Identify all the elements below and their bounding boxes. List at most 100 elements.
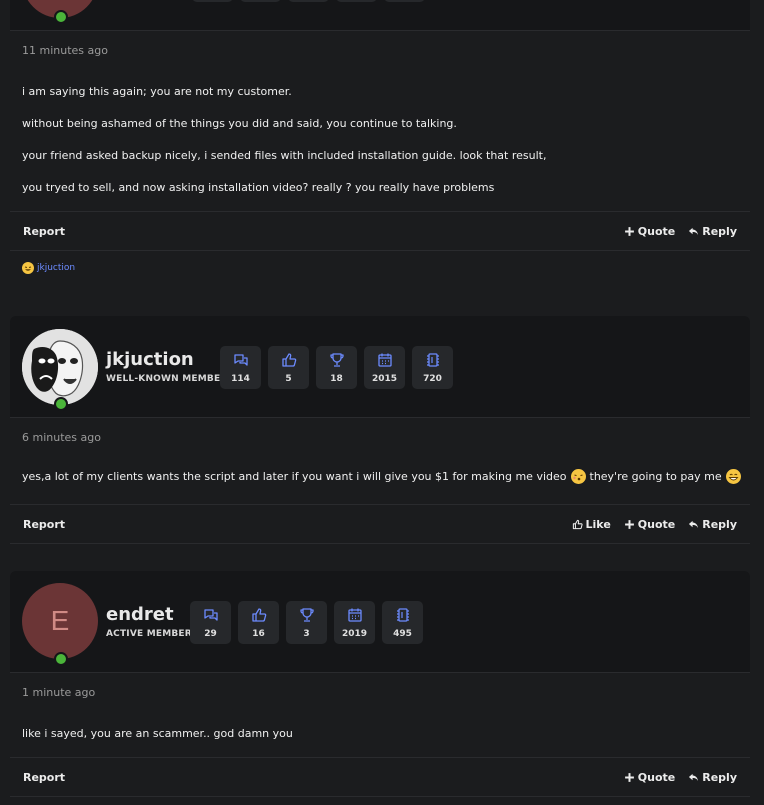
username[interactable]: endret [106,604,174,625]
action-group: Quote Reply [624,225,737,238]
online-indicator [54,652,68,666]
reply-label: Reply [702,224,737,238]
stat-value: 5 [285,373,292,384]
stat-likes[interactable]: 16 [238,601,279,644]
post-text: they're going to pay me [589,469,722,483]
stat-memory[interactable]: 720 [412,346,453,389]
quote-label: Quote [637,770,676,784]
stat-likes[interactable]: 5 [268,346,309,389]
calendar-icon [377,353,392,367]
post-paragraph: your friend asked backup nicely, i sende… [22,149,547,162]
plus-icon [624,226,634,236]
trophy-icon [299,607,314,622]
stat-box-partial [288,0,329,2]
post-actions: Report Quote Reply [10,211,750,251]
stat-value: 2015 [371,373,398,384]
stat-memory[interactable]: 495 [382,601,423,644]
stat-value: 16 [252,628,265,639]
report-button[interactable]: Report [23,518,65,531]
post-time[interactable]: 11 minutes ago [10,44,120,57]
reply-icon [689,520,699,528]
avatar-initial: E [50,605,70,636]
stat-box-partial [336,0,377,2]
reactions-bar[interactable]: jkjuction [22,262,75,274]
post-actions: Report Quote Reply [10,757,750,797]
user-title: ACTIVE MEMBER [106,629,192,639]
username[interactable]: jkjuction [106,349,194,370]
masks-avatar-icon [22,329,98,405]
quote-label: Quote [637,224,676,238]
post-text: yes,a lot of my clients wants the script… [22,469,567,483]
stat-value: 720 [423,373,442,384]
thumbs-up-icon [572,519,583,529]
stat-joined[interactable]: 2015 [364,346,405,389]
plus-icon [624,519,634,529]
reply-label: Reply [702,770,737,784]
post-actions: Report Like Quote Reply [10,504,750,544]
user-title: WELL-KNOWN MEMBER [106,374,228,384]
user-stats: 114 5 18 2015 720 [220,346,453,389]
grinning-emoji-icon [725,469,741,484]
likes-icon [251,607,266,622]
post-paragraph: like i sayed, you are an scammer.. god d… [22,727,293,740]
report-button[interactable]: Report [23,771,65,784]
avatar[interactable] [22,329,98,405]
quote-button[interactable]: Quote [624,518,675,531]
trophy-icon [329,352,344,367]
post-time[interactable]: 6 minutes ago [10,431,113,444]
likes-icon [281,352,296,367]
user-stats: 29 16 3 2019 495 [190,601,423,644]
calendar-icon [347,608,362,622]
online-indicator [54,10,68,24]
quote-button[interactable]: Quote [624,771,675,784]
like-label: Like [585,517,611,531]
post-2-header: jkjuction WELL-KNOWN MEMBER 114 5 18 201… [10,316,750,418]
stat-box-partial [240,0,281,2]
reply-icon [689,227,699,235]
reply-button[interactable]: Reply [688,771,737,784]
post-time[interactable]: 1 minute ago [10,686,107,699]
post-paragraph: i am saying this again; you are not my c… [22,85,292,98]
messages-icon [233,353,248,366]
post-paragraph: you tryed to sell, and now asking instal… [22,181,495,194]
stat-messages[interactable]: 29 [190,601,231,644]
stat-value: 2019 [341,628,368,639]
reply-icon [689,773,699,781]
post-paragraph: without being ashamed of the things you … [22,117,457,130]
post-paragraph: yes,a lot of my clients wants the script… [22,469,742,484]
like-button[interactable]: Like [572,518,611,531]
messages-icon [203,608,218,621]
quote-label: Quote [637,517,676,531]
action-group: Like Quote Reply [572,518,737,531]
post-body: like i sayed, you are an scammer.. god d… [22,727,742,741]
stat-trophies[interactable]: 18 [316,346,357,389]
laughing-emoji-icon [22,262,34,274]
action-group: Quote Reply [624,771,737,784]
stat-value: 29 [204,628,217,639]
post-body: i am saying this again; you are not my c… [22,85,742,195]
stat-box-partial [384,0,425,2]
plus-icon [624,772,634,782]
stat-value: 3 [303,628,310,639]
post-1-header [10,0,750,31]
stat-value: 114 [231,373,250,384]
post-body: yes,a lot of my clients wants the script… [22,469,742,484]
stat-box-partial [192,0,233,2]
stat-value: 495 [393,628,412,639]
reaction-user-link[interactable]: jkjuction [37,263,75,273]
stat-value: 18 [330,373,343,384]
avatar[interactable]: E [22,583,98,659]
online-indicator [54,397,68,411]
stat-trophies[interactable]: 3 [286,601,327,644]
reply-button[interactable]: Reply [688,225,737,238]
reply-button[interactable]: Reply [688,518,737,531]
kissing-emoji-icon [570,469,586,484]
memory-icon [396,607,409,622]
stat-messages[interactable]: 114 [220,346,261,389]
post-3-header: E endret ACTIVE MEMBER 29 16 3 2019 495 [10,571,750,673]
reply-label: Reply [702,517,737,531]
memory-icon [426,352,439,367]
quote-button[interactable]: Quote [624,225,675,238]
stat-joined[interactable]: 2019 [334,601,375,644]
report-button[interactable]: Report [23,225,65,238]
